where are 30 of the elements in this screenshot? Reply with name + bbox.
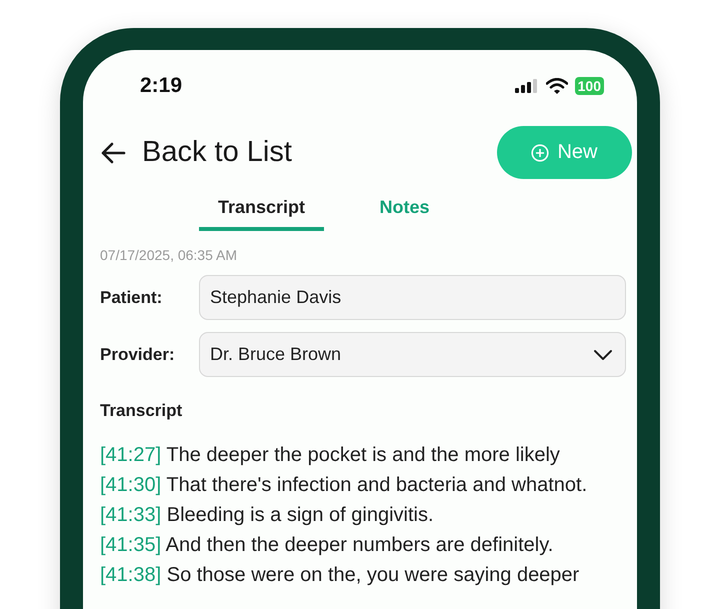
transcript-text: Bleeding is a sign of gingivitis. bbox=[166, 504, 434, 526]
signal-icon bbox=[514, 79, 539, 93]
transcript-text: The deeper the pocket is and the more likely bbox=[166, 444, 560, 466]
provider-dropdown[interactable]: Dr. Bruce Brown bbox=[199, 332, 626, 377]
battery-indicator: 100 bbox=[574, 77, 604, 95]
field-label: Patient: bbox=[100, 288, 164, 308]
tab[interactable]: Transcript bbox=[199, 189, 324, 231]
new-button[interactable]: New bbox=[497, 126, 632, 179]
timestamp-link[interactable]: [41:30] bbox=[100, 474, 162, 496]
section-heading: Transcript bbox=[100, 401, 184, 421]
field-label: Provider: bbox=[100, 344, 176, 364]
chevron-down-icon bbox=[593, 348, 613, 360]
timestamp-link[interactable]: [41:35] bbox=[100, 534, 162, 556]
timestamp-link[interactable]: [41:33] bbox=[100, 504, 162, 526]
back-button[interactable]: Back to List bbox=[94, 135, 298, 170]
back-label: Back to List bbox=[142, 136, 292, 169]
status-time: 2:19 bbox=[140, 74, 182, 98]
new-label: New bbox=[557, 141, 598, 164]
tab[interactable]: Notes bbox=[342, 189, 467, 231]
transcript-text: And then the deeper numbers are definitely. bbox=[166, 534, 554, 556]
timestamp-link[interactable]: [41:38] bbox=[100, 564, 162, 586]
timestamp: 07/17/2025, 06:35 AM bbox=[100, 247, 238, 263]
back-arrow-icon bbox=[100, 142, 126, 164]
transcript-text: That there's infection and bacteria and whatnot. bbox=[166, 474, 588, 496]
input-field[interactable]: Stephanie Davis bbox=[199, 275, 626, 320]
wifi-icon bbox=[546, 78, 568, 94]
transcript-text: So those were on the, you were saying deeper bbox=[166, 564, 580, 586]
timestamp-link[interactable]: [41:27] bbox=[100, 444, 162, 466]
dropdown-value: Dr. Bruce Brown bbox=[210, 344, 342, 365]
plus-circle-icon bbox=[531, 144, 550, 162]
